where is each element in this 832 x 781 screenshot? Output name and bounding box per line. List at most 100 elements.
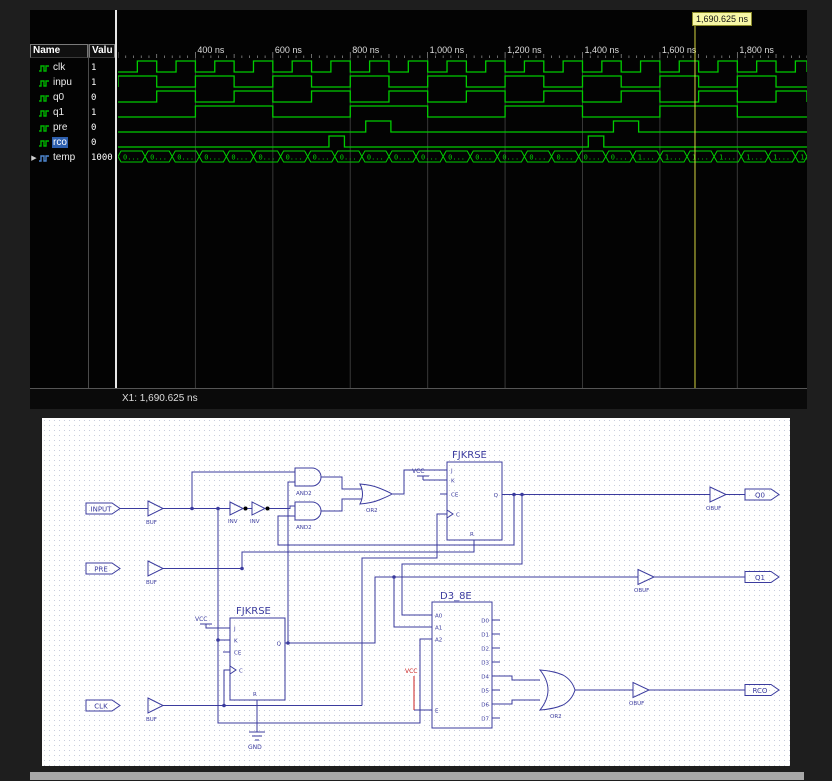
bus-value-label: 0... — [529, 153, 546, 161]
buffer-pre[interactable]: BUF — [146, 560, 165, 586]
svg-text:AND2: AND2 — [296, 525, 312, 531]
bus-value-label: 1... — [638, 153, 655, 161]
gnd-symbol: GND — [248, 731, 265, 751]
svg-text:FJKRSE: FJKRSE — [236, 606, 271, 617]
port-input[interactable]: INPUT — [85, 502, 121, 515]
port-pre[interactable]: PRE — [85, 562, 121, 575]
column-divider — [88, 44, 89, 388]
bus-value-label: 0... — [394, 153, 411, 161]
bus-value-label: 0... — [313, 153, 330, 161]
signal-value: 1 — [91, 107, 97, 118]
and-gate-2[interactable]: AND2 — [294, 501, 322, 531]
svg-text:VCC: VCC — [195, 616, 207, 623]
signal-name[interactable]: clk — [52, 62, 66, 73]
port-rco[interactable]: RCO — [744, 684, 780, 696]
bus-value-label: 0... — [611, 153, 628, 161]
port-q1[interactable]: Q1 — [744, 571, 780, 583]
schematic-canvas[interactable]: INPUT PRE CLK BUF BUF BUF INV INV AND2 A… — [42, 418, 790, 766]
panel-divider[interactable] — [115, 10, 117, 408]
or-gate-rco[interactable]: OR2 — [538, 669, 576, 720]
svg-text:OR2: OR2 — [366, 508, 378, 514]
svg-text:D7: D7 — [481, 717, 489, 723]
flipflop-bottom[interactable]: FJKRSE J K CE C R Q — [229, 606, 286, 701]
svg-text:VCC: VCC — [412, 468, 424, 475]
and-gate-1[interactable]: AND2 — [294, 467, 322, 497]
svg-text:VCC: VCC — [405, 668, 417, 675]
signal-name[interactable]: rco — [52, 137, 68, 148]
or-gate-top[interactable]: OR2 — [359, 483, 393, 514]
cursor-time-badge[interactable]: 1,690.625 ns — [692, 12, 753, 26]
bus-value-label: 1... — [746, 153, 763, 161]
window-bottom-edge — [30, 772, 804, 780]
svg-text:J: J — [233, 627, 236, 633]
svg-text:D3_8E: D3_8E — [440, 591, 472, 602]
bus-value-label: 1... — [665, 153, 682, 161]
svg-text:R: R — [253, 692, 257, 698]
signal-row-inpu[interactable]: inpu 1 — [30, 75, 115, 90]
wave-pre — [118, 120, 807, 133]
name-column-header[interactable]: Name — [30, 44, 88, 58]
signal-row-pre[interactable]: pre 0 — [30, 120, 115, 135]
svg-text:GND: GND — [248, 744, 262, 751]
signal-row-rco[interactable]: rco 0 — [30, 135, 115, 150]
svg-text:OR2: OR2 — [550, 714, 562, 720]
inverter-1[interactable]: INV — [228, 501, 248, 525]
signal-name[interactable]: inpu — [52, 77, 73, 88]
expand-arrow-icon[interactable]: ▶ — [30, 154, 38, 162]
signal-value: 0 — [91, 92, 97, 103]
signal-list: clk 1 inpu 1 q0 0 q1 1 pre 0 rco 0 ▶ temp 1000 — [30, 60, 115, 165]
vcc-bottom: VCC — [195, 616, 212, 628]
signal-name[interactable]: temp — [52, 152, 76, 163]
obuf-q0[interactable]: OBUF — [706, 486, 728, 512]
svg-text:J: J — [450, 469, 453, 475]
vcc-red: VCC — [405, 668, 417, 710]
schematic-panel[interactable]: INPUT PRE CLK BUF BUF BUF INV INV AND2 A… — [42, 418, 790, 766]
svg-text:Q: Q — [494, 493, 499, 499]
signal-row-clk[interactable]: clk 1 — [30, 60, 115, 75]
bus-value-label: 1... — [800, 153, 807, 161]
signal-name[interactable]: q0 — [52, 92, 65, 103]
svg-text:INV: INV — [228, 519, 238, 525]
svg-text:K: K — [451, 479, 455, 485]
svg-text:A0: A0 — [435, 614, 443, 620]
svg-text:Q0: Q0 — [755, 492, 765, 500]
bus-value-label: 0... — [123, 153, 140, 161]
bus-value-label: 1... — [719, 153, 736, 161]
svg-text:D0: D0 — [481, 619, 489, 625]
waveform-canvas[interactable]: 400 ns 600 ns 800 ns 1,000 ns 1,200 ns 1,400 … — [118, 10, 807, 388]
signal-name[interactable]: q1 — [52, 107, 65, 118]
obuf-rco[interactable]: OBUF — [629, 681, 651, 708]
wave-clk — [118, 60, 807, 73]
signal-row-q1[interactable]: q1 1 — [30, 105, 115, 120]
bus-value-label: 0... — [286, 153, 303, 161]
port-clk[interactable]: CLK — [85, 699, 121, 712]
bus-value-label: 0... — [367, 153, 384, 161]
svg-text:D1: D1 — [481, 633, 489, 639]
obuf-q1[interactable]: OBUF — [634, 568, 656, 595]
value-column-header[interactable]: Valu — [89, 44, 115, 58]
svg-text:INV: INV — [250, 519, 260, 525]
bus-value-label: 1... — [773, 153, 790, 161]
decoder[interactable]: D3_8E A0 A1 A2 E D0 D1 D2 D3 D4 D5 D6 D7 — [431, 591, 493, 729]
bus-value-label: 0... — [340, 153, 357, 161]
bit-signal-icon — [39, 64, 49, 72]
flipflop-top[interactable]: FJKRSE J K CE C R Q — [446, 450, 503, 541]
signal-value: 1 — [91, 62, 97, 73]
port-q0[interactable]: Q0 — [744, 488, 780, 501]
signal-row-temp[interactable]: ▶ temp 1000 — [30, 150, 115, 165]
buffer-clk[interactable]: BUF — [146, 697, 165, 723]
signal-row-q0[interactable]: q0 0 — [30, 90, 115, 105]
ruler-label: 600 ns — [275, 45, 303, 55]
svg-text:PRE: PRE — [94, 566, 108, 574]
ruler-label: 400 ns — [197, 45, 225, 55]
inverter-2[interactable]: INV — [250, 501, 270, 525]
bus-value-label: 0... — [475, 153, 492, 161]
bus-value-label: 0... — [557, 153, 574, 161]
buffer-input[interactable]: BUF — [146, 500, 165, 526]
svg-text:CE: CE — [451, 493, 459, 499]
svg-text:E: E — [435, 709, 439, 715]
svg-text:BUF: BUF — [146, 717, 157, 723]
signal-name[interactable]: pre — [52, 122, 68, 133]
svg-text:Q: Q — [277, 642, 282, 648]
svg-text:D6: D6 — [481, 703, 489, 709]
